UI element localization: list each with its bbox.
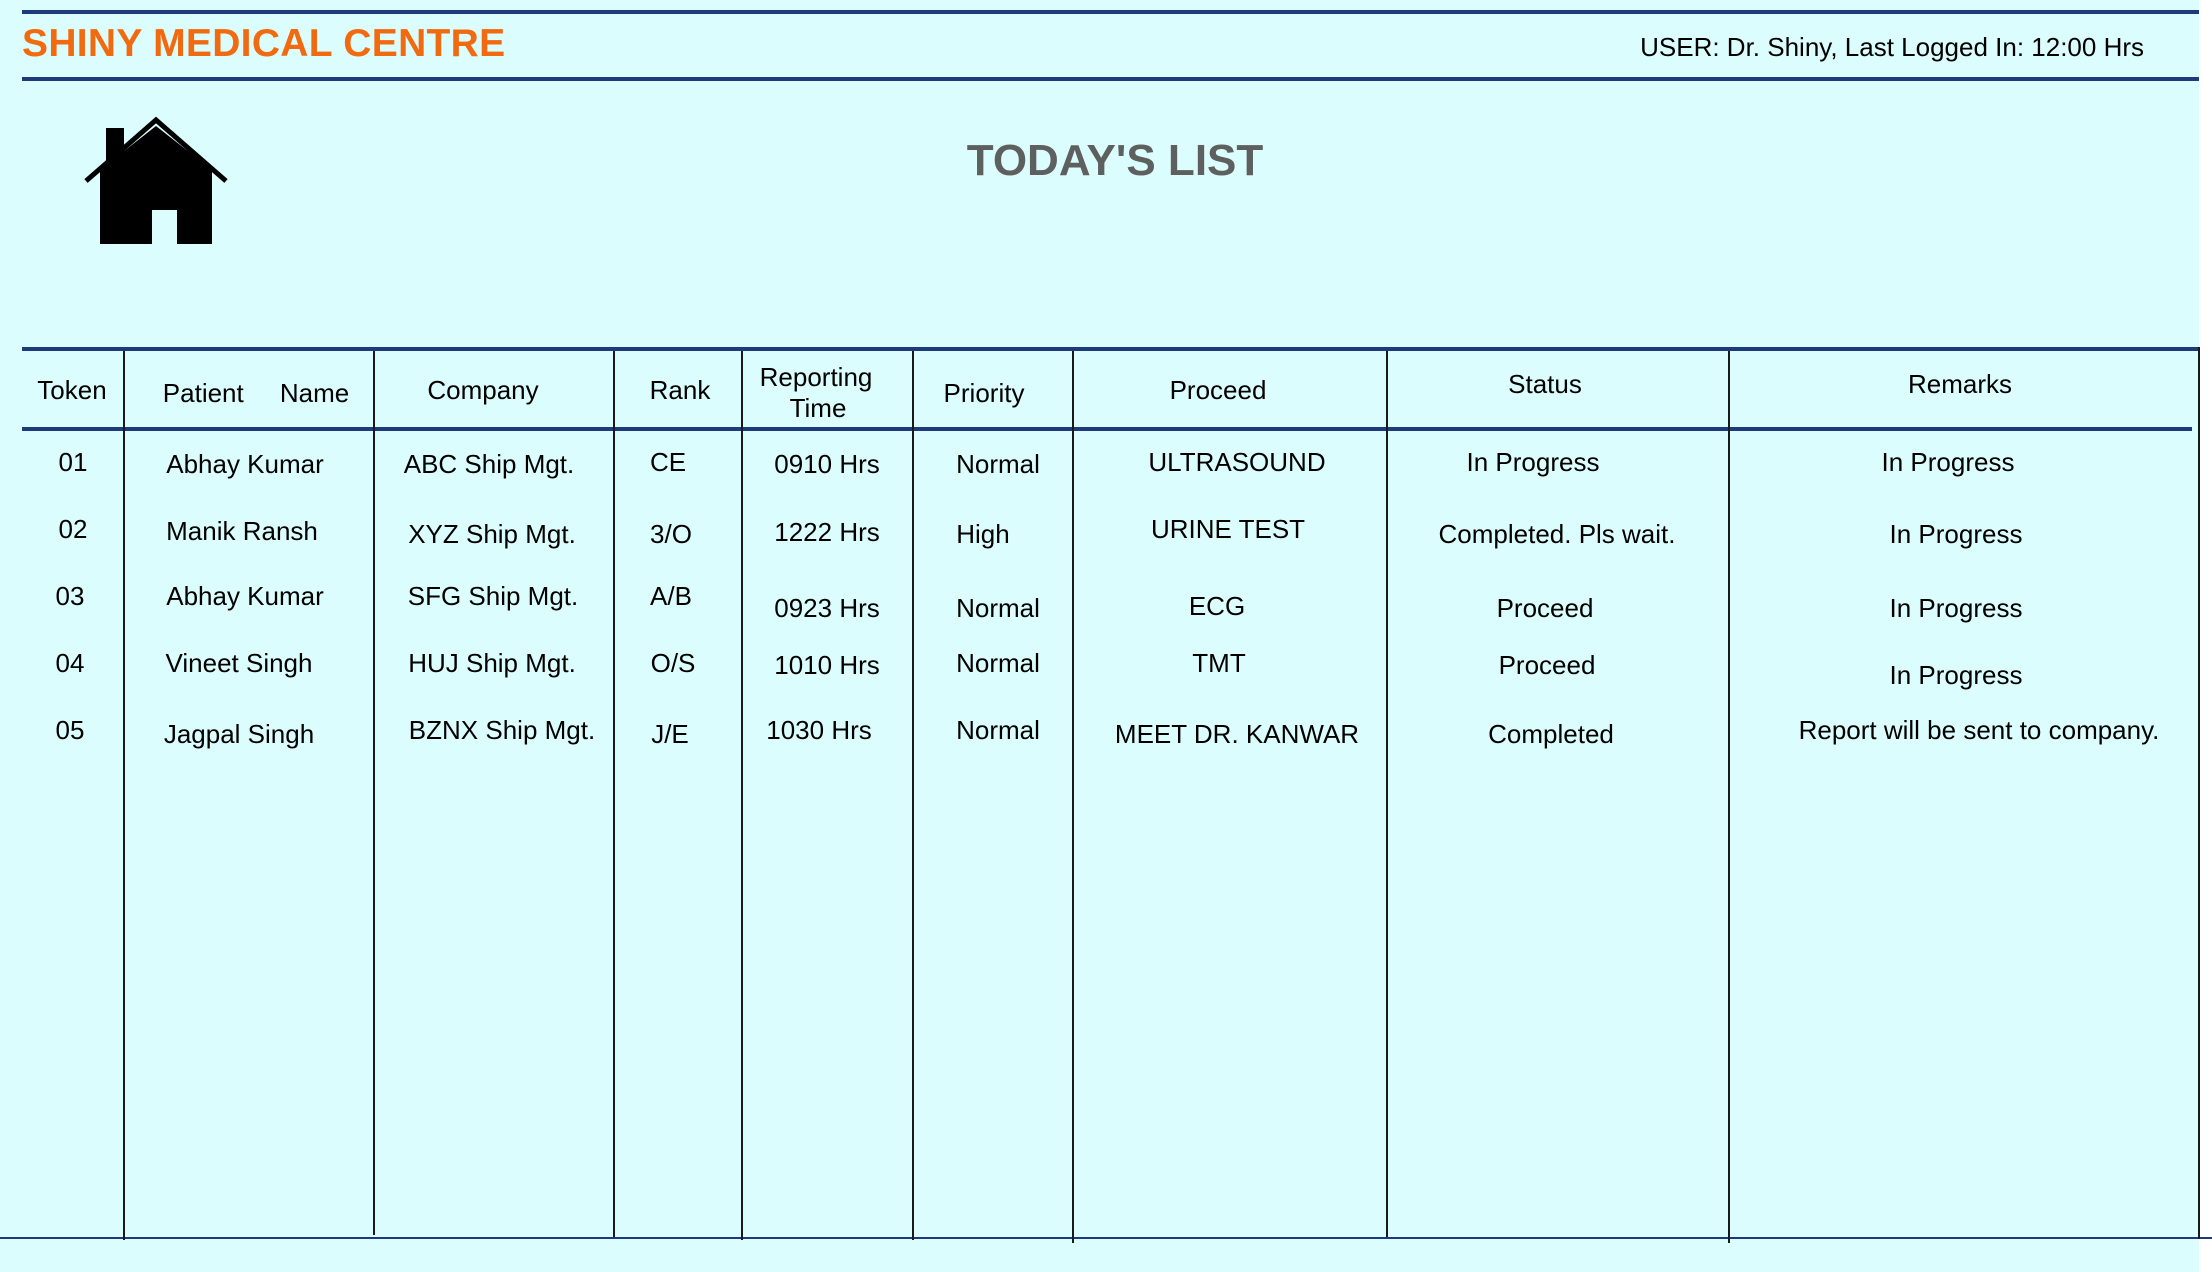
column-header-rank: Rank bbox=[649, 375, 711, 405]
column-divider bbox=[1728, 351, 1730, 1243]
cell-priority: Normal bbox=[956, 715, 1040, 745]
cell-token: 03 bbox=[55, 581, 85, 611]
table-bottom-border bbox=[0, 1237, 2212, 1239]
cell-token: 02 bbox=[58, 514, 88, 544]
column-divider bbox=[2198, 347, 2200, 1239]
cell-patient-name[interactable]: Jagpal Singh bbox=[164, 718, 314, 750]
table-header-divider bbox=[22, 427, 2192, 431]
column-header-reporting-time-line1: Reporting bbox=[759, 362, 873, 392]
cell-patient-name[interactable]: Manik Ransh bbox=[166, 515, 318, 547]
cell-status: Completed bbox=[1488, 719, 1614, 749]
cell-status: Proceed bbox=[1498, 650, 1596, 680]
cell-company: HUJ Ship Mgt. bbox=[408, 648, 576, 678]
cell-proceed: ULTRASOUND bbox=[1148, 447, 1326, 477]
cell-patient-name[interactable]: Abhay Kumar bbox=[166, 448, 324, 480]
cell-rank: CE bbox=[649, 447, 687, 477]
cell-status: Completed. Pls wait. bbox=[1438, 519, 1676, 549]
cell-reporting-time: 1010 Hrs bbox=[774, 650, 880, 680]
cell-priority: Normal bbox=[956, 449, 1040, 479]
cell-remarks: In Progress bbox=[1889, 593, 2023, 623]
cell-reporting-time: 0910 Hrs bbox=[774, 449, 880, 479]
column-divider bbox=[373, 351, 375, 1235]
column-header-reporting-time-line2: Time bbox=[789, 393, 847, 423]
cell-reporting-time: 0923 Hrs bbox=[774, 593, 880, 623]
column-header-proceed: Proceed bbox=[1169, 375, 1267, 405]
cell-reporting-time: 1222 Hrs bbox=[774, 517, 880, 547]
column-header-token: Token bbox=[37, 375, 107, 405]
screen-background bbox=[0, 0, 2199, 1272]
column-header-status: Status bbox=[1508, 369, 1582, 399]
cell-status: In Progress bbox=[1466, 447, 1600, 477]
cell-priority: Normal bbox=[956, 593, 1040, 623]
header-divider bbox=[22, 77, 2199, 81]
column-header-remarks: Remarks bbox=[1907, 369, 2013, 399]
top-border bbox=[22, 10, 2199, 14]
table-top-border bbox=[22, 347, 2199, 351]
cell-company: ABC Ship Mgt. bbox=[403, 449, 575, 479]
cell-rank: O/S bbox=[650, 648, 696, 678]
cell-company: XYZ Ship Mgt. bbox=[408, 519, 576, 549]
cell-token: 01 bbox=[58, 447, 88, 477]
column-header-priority: Priority bbox=[943, 378, 1025, 408]
page-title: TODAY'S LIST bbox=[966, 136, 1264, 185]
cell-remarks: Report will be sent to company. bbox=[1798, 715, 2160, 745]
cell-proceed: MEET DR. KANWAR bbox=[1114, 719, 1360, 749]
column-divider bbox=[123, 351, 125, 1240]
user-info: USER: Dr. Shiny, Last Logged In: 12:00 H… bbox=[1640, 32, 2144, 62]
app-title: SHINY MEDICAL CENTRE bbox=[22, 22, 506, 65]
column-divider bbox=[1386, 351, 1388, 1237]
cell-status: Proceed bbox=[1496, 593, 1594, 623]
cell-priority: High bbox=[956, 519, 1010, 549]
cell-rank: A/B bbox=[650, 581, 692, 611]
cell-patient-name[interactable]: Vineet Singh bbox=[166, 647, 313, 679]
column-divider bbox=[1072, 351, 1074, 1243]
column-divider bbox=[613, 351, 615, 1237]
column-divider bbox=[912, 351, 914, 1240]
cell-patient-name[interactable]: Abhay Kumar bbox=[166, 580, 324, 612]
cell-rank: 3/O bbox=[650, 519, 692, 549]
cell-remarks: In Progress bbox=[1889, 660, 2023, 690]
cell-priority: Normal bbox=[956, 648, 1040, 678]
column-header-patient-name: Patient Name bbox=[162, 378, 350, 408]
cell-remarks: In Progress bbox=[1889, 519, 2023, 549]
cell-company: BZNX Ship Mgt. bbox=[408, 715, 596, 745]
column-header-company: Company bbox=[427, 375, 539, 405]
cell-proceed: URINE TEST bbox=[1150, 514, 1306, 544]
cell-reporting-time: 1030 Hrs bbox=[766, 715, 872, 745]
column-divider bbox=[741, 351, 743, 1240]
cell-rank: J/E bbox=[651, 719, 689, 749]
cell-remarks: In Progress bbox=[1881, 447, 2015, 477]
cell-proceed: TMT bbox=[1192, 648, 1246, 678]
cell-company: SFG Ship Mgt. bbox=[407, 581, 579, 611]
cell-proceed: ECG bbox=[1188, 591, 1246, 621]
cell-token: 04 bbox=[55, 648, 85, 678]
cell-token: 05 bbox=[55, 715, 85, 745]
